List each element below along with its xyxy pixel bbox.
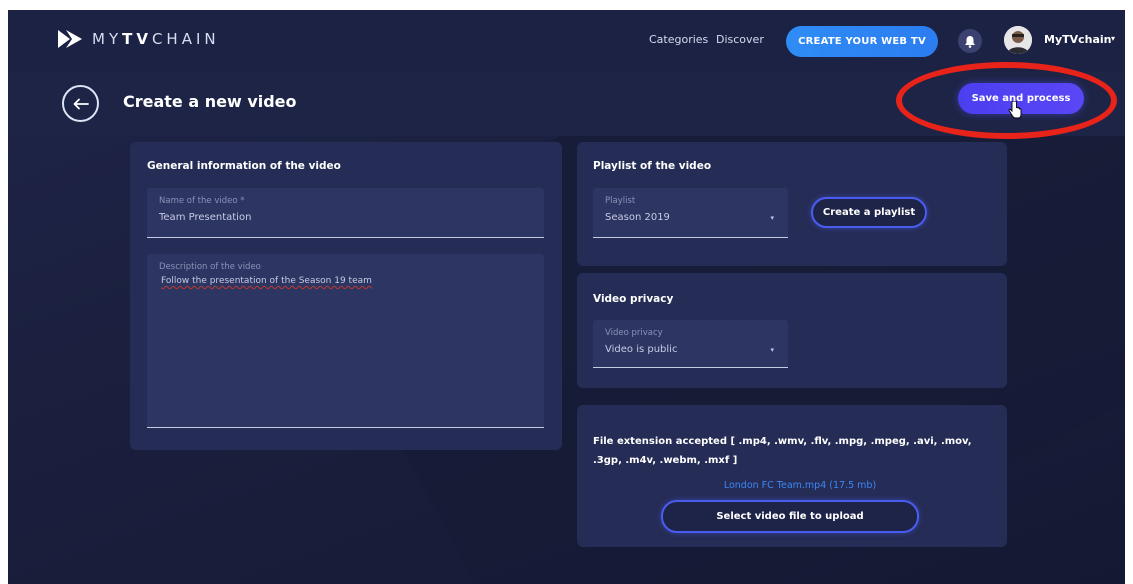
user-avatar[interactable] — [1004, 26, 1032, 54]
back-button[interactable] — [62, 85, 99, 122]
arrow-left-icon — [73, 98, 89, 109]
dropdown-caret-icon: ▾ — [770, 214, 774, 222]
hand-cursor-icon — [1008, 101, 1022, 119]
playlist-select-value: Season 2019 — [605, 212, 670, 223]
dropdown-caret-icon: ▾ — [770, 346, 774, 354]
playlist-select-label: Playlist — [605, 196, 636, 206]
app-window: MYTVCHAIN Categories Discover CREATE YOU… — [8, 10, 1125, 584]
select-video-file-button[interactable]: Select video file to upload — [661, 500, 919, 533]
create-playlist-button[interactable]: Create a playlist — [811, 197, 927, 228]
privacy-select-value: Video is public — [605, 344, 678, 355]
create-web-tv-button[interactable]: CREATE YOUR WEB TV — [786, 26, 938, 57]
page-title: Create a new video — [123, 92, 297, 111]
nav-categories[interactable]: Categories — [649, 33, 708, 46]
top-navbar: MYTVCHAIN Categories Discover CREATE YOU… — [8, 10, 1125, 72]
selected-file-name: London FC Team.mp4 (17.5 mb) — [723, 480, 877, 491]
nav-discover[interactable]: Discover — [716, 33, 764, 46]
playlist-title: Playlist of the video — [593, 160, 712, 172]
highlight-annotation — [896, 62, 1117, 139]
privacy-title: Video privacy — [593, 293, 674, 305]
chevron-down-icon[interactable]: ▾ — [1111, 34, 1115, 43]
notification-bell-icon[interactable] — [958, 29, 982, 53]
description-field[interactable]: Description of the video Follow the pres… — [147, 254, 544, 428]
logo-text: MYTVCHAIN — [92, 30, 220, 48]
video-name-label: Name of the video * — [159, 196, 245, 206]
accepted-extensions-text: File extension accepted [ .mp4, .wmv, .f… — [593, 436, 972, 466]
user-name[interactable]: MyTVchain — [1044, 33, 1112, 46]
video-name-input[interactable]: Team Presentation — [159, 212, 251, 223]
logo[interactable]: MYTVCHAIN — [56, 28, 220, 50]
logo-mark-icon — [58, 30, 82, 48]
video-name-field[interactable]: Name of the video * Team Presentation — [147, 188, 544, 238]
description-label: Description of the video — [159, 262, 261, 272]
description-textarea[interactable]: Follow the presentation of the Season 19… — [161, 276, 372, 286]
playlist-select[interactable]: Playlist Season 2019 ▾ — [593, 188, 788, 238]
privacy-select-label: Video privacy — [605, 328, 663, 338]
privacy-select[interactable]: Video privacy Video is public ▾ — [593, 320, 788, 368]
general-info-title: General information of the video — [147, 160, 341, 172]
